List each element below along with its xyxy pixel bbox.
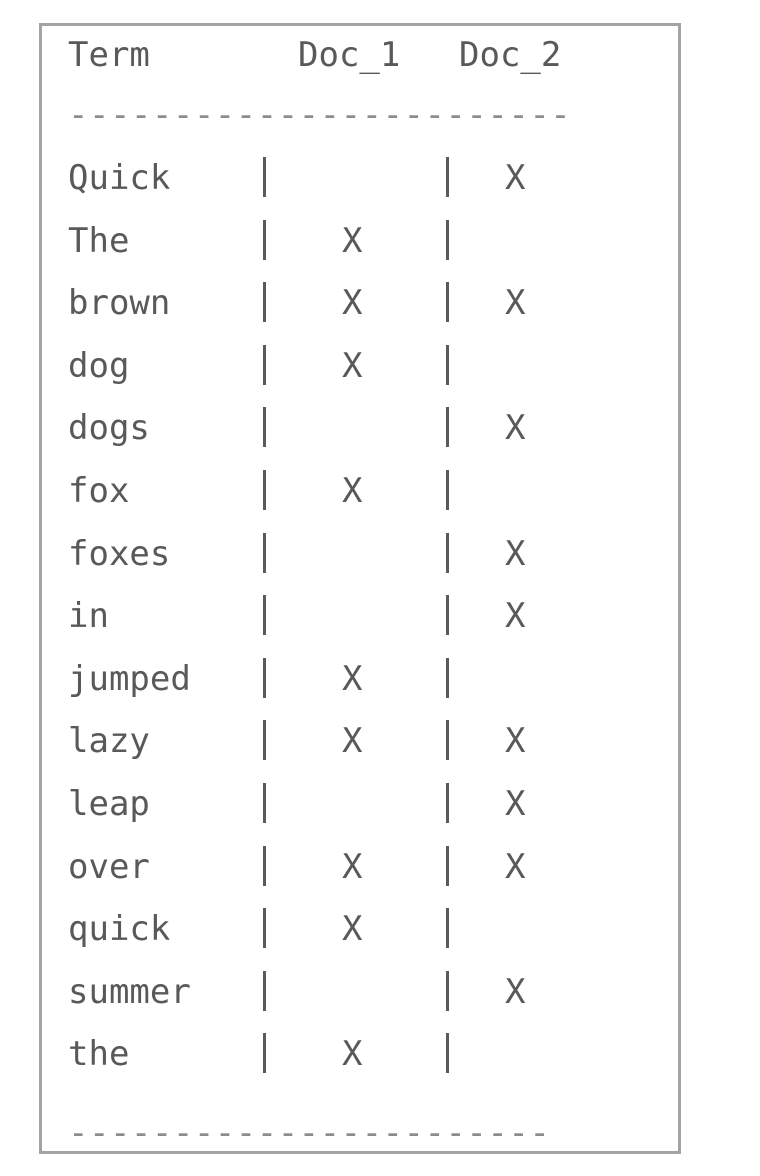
term-cell: summer bbox=[68, 972, 191, 1012]
table-row: Quick X bbox=[42, 157, 678, 223]
header-separator: ------------------------ bbox=[68, 95, 572, 135]
term-cell: fox bbox=[68, 471, 130, 511]
table-row: fox X bbox=[42, 470, 678, 536]
table-row: in X bbox=[42, 595, 678, 661]
term-cell: Quick bbox=[68, 158, 171, 198]
term-cell: brown bbox=[68, 283, 171, 323]
table-row: the X bbox=[42, 1033, 678, 1099]
term-cell: dog bbox=[68, 346, 130, 386]
doc-1-cell: X bbox=[342, 721, 363, 761]
doc-2-cell: X bbox=[505, 721, 526, 761]
term-cell: in bbox=[68, 596, 109, 636]
term-cell: dogs bbox=[68, 408, 150, 448]
doc-2-cell: X bbox=[505, 972, 526, 1012]
column-separator bbox=[446, 971, 449, 1011]
doc-1-cell: X bbox=[342, 1034, 363, 1074]
column-separator bbox=[446, 846, 449, 886]
table-row: foxes X bbox=[42, 533, 678, 599]
doc-1-cell: X bbox=[342, 909, 363, 949]
column-separator bbox=[446, 658, 449, 698]
doc-2-cell: X bbox=[505, 408, 526, 448]
term-cell: over bbox=[68, 847, 150, 887]
column-separator bbox=[446, 908, 449, 948]
table-row: The X bbox=[42, 220, 678, 286]
column-separator bbox=[263, 470, 266, 510]
column-separator bbox=[263, 407, 266, 447]
column-separator bbox=[263, 1033, 266, 1073]
table-row: brown X X bbox=[42, 282, 678, 348]
doc-2-cell: X bbox=[505, 596, 526, 636]
column-separator bbox=[263, 908, 266, 948]
column-separator bbox=[263, 220, 266, 260]
doc-2-cell: X bbox=[505, 283, 526, 323]
column-separator bbox=[263, 157, 266, 197]
column-separator bbox=[263, 345, 266, 385]
doc-1-cell: X bbox=[342, 221, 363, 261]
column-separator bbox=[263, 533, 266, 573]
doc-2-cell: X bbox=[505, 784, 526, 824]
column-separator bbox=[446, 783, 449, 823]
column-separator bbox=[446, 470, 449, 510]
table-row: dog X bbox=[42, 345, 678, 411]
doc-2-cell: X bbox=[505, 847, 526, 887]
column-separator bbox=[446, 1033, 449, 1073]
column-separator bbox=[446, 157, 449, 197]
column-separator bbox=[263, 846, 266, 886]
doc-2-cell: X bbox=[505, 158, 526, 198]
table-row: quick X bbox=[42, 908, 678, 974]
doc-1-cell: X bbox=[342, 659, 363, 699]
header-term: Term bbox=[68, 35, 150, 75]
header-doc-2: Doc_2 bbox=[459, 35, 562, 75]
column-separator bbox=[446, 407, 449, 447]
column-separator bbox=[446, 282, 449, 322]
doc-1-cell: X bbox=[342, 283, 363, 323]
term-cell: The bbox=[68, 221, 130, 261]
table-row: jumped X bbox=[42, 658, 678, 724]
table-row: lazy X X bbox=[42, 720, 678, 786]
column-separator bbox=[263, 783, 266, 823]
table-row: dogs X bbox=[42, 407, 678, 473]
term-document-matrix-panel: Term Doc_1 Doc_2 -----------------------… bbox=[39, 23, 681, 1154]
term-cell: jumped bbox=[68, 659, 191, 699]
column-separator bbox=[263, 282, 266, 322]
term-cell: leap bbox=[68, 784, 150, 824]
term-cell: quick bbox=[68, 909, 171, 949]
column-separator bbox=[446, 533, 449, 573]
doc-2-cell: X bbox=[505, 534, 526, 574]
footer-separator: ----------------------- bbox=[68, 1113, 551, 1153]
column-separator bbox=[446, 220, 449, 260]
column-separator bbox=[446, 595, 449, 635]
table-row: summer X bbox=[42, 971, 678, 1037]
doc-1-cell: X bbox=[342, 847, 363, 887]
column-separator bbox=[446, 345, 449, 385]
doc-1-cell: X bbox=[342, 346, 363, 386]
column-separator bbox=[263, 971, 266, 1011]
header-doc-1: Doc_1 bbox=[298, 35, 401, 75]
column-separator bbox=[263, 658, 266, 698]
doc-1-cell: X bbox=[342, 471, 363, 511]
column-separator bbox=[263, 595, 266, 635]
column-separator bbox=[446, 720, 449, 760]
term-cell: the bbox=[68, 1034, 130, 1074]
table-row: over X X bbox=[42, 846, 678, 912]
column-separator bbox=[263, 720, 266, 760]
term-cell: foxes bbox=[68, 534, 171, 574]
table-row: leap X bbox=[42, 783, 678, 849]
term-cell: lazy bbox=[68, 721, 150, 761]
